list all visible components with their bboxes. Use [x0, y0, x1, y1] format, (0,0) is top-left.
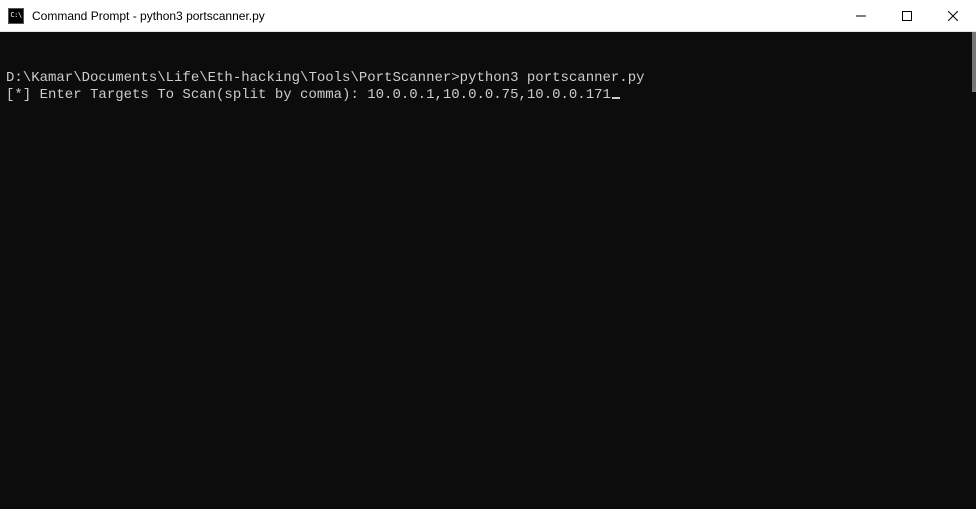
- terminal-content: D:\Kamar\Documents\Life\Eth-hacking\Tool…: [0, 32, 976, 142]
- terminal-text: [*] Enter Targets To Scan(split by comma…: [6, 87, 611, 103]
- maximize-button[interactable]: [884, 0, 930, 31]
- close-icon: [948, 11, 958, 21]
- command-prompt-window: C:\ Command Prompt - python3 portscanner…: [0, 0, 976, 509]
- maximize-icon: [902, 11, 912, 21]
- terminal-line: D:\Kamar\Documents\Life\Eth-hacking\Tool…: [6, 70, 970, 87]
- cursor: [612, 97, 620, 99]
- cmd-icon: C:\: [8, 8, 24, 24]
- window-controls: [838, 0, 976, 31]
- minimize-icon: [856, 11, 866, 21]
- window-title: Command Prompt - python3 portscanner.py: [32, 9, 838, 23]
- close-button[interactable]: [930, 0, 976, 31]
- minimize-button[interactable]: [838, 0, 884, 31]
- scrollbar-thumb[interactable]: [972, 32, 976, 92]
- terminal-area[interactable]: D:\Kamar\Documents\Life\Eth-hacking\Tool…: [0, 32, 976, 509]
- cmd-icon-label: C:\: [10, 12, 21, 19]
- titlebar[interactable]: C:\ Command Prompt - python3 portscanner…: [0, 0, 976, 32]
- terminal-line: [*] Enter Targets To Scan(split by comma…: [6, 87, 970, 104]
